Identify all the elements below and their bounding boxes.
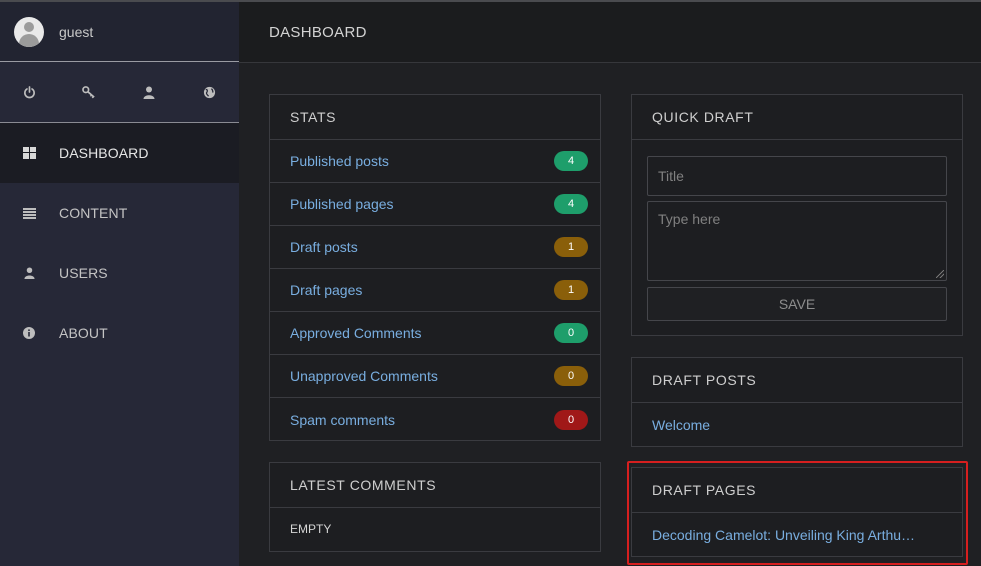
user-icon[interactable] xyxy=(120,86,180,99)
page-title: DASHBOARD xyxy=(269,23,367,41)
count-badge: 1 xyxy=(554,237,588,257)
stat-link[interactable]: Spam comments xyxy=(290,412,395,428)
sidebar-item-users[interactable]: USERS xyxy=(0,243,239,303)
draft-page-link[interactable]: Decoding Camelot: Unveiling King Arthu… xyxy=(632,513,962,556)
panel-title: STATS xyxy=(270,95,600,140)
resize-handle-icon[interactable] xyxy=(936,270,944,278)
draft-title-input[interactable]: Title xyxy=(647,156,947,196)
stat-link[interactable]: Draft pages xyxy=(290,282,362,298)
list-icon xyxy=(22,206,36,220)
user-bar: guest xyxy=(0,2,239,62)
stats-list: Published posts 4 Published pages 4 Draft po… xyxy=(270,140,600,441)
textarea-placeholder: Type here xyxy=(658,211,721,227)
user-name: guest xyxy=(59,23,94,40)
stat-link[interactable]: Unapproved Comments xyxy=(290,368,438,384)
save-button[interactable]: SAVE xyxy=(647,287,947,321)
dashboard-icon xyxy=(22,146,36,160)
stat-row: Spam comments 0 xyxy=(270,398,600,441)
stat-row: Approved Comments 0 xyxy=(270,312,600,355)
key-icon[interactable] xyxy=(60,85,120,99)
panel-title: LATEST COMMENTS xyxy=(270,463,600,508)
count-badge: 0 xyxy=(554,323,588,343)
stat-row: Draft pages 1 xyxy=(270,269,600,312)
stat-link[interactable]: Published posts xyxy=(290,153,389,169)
sidebar-item-label: DASHBOARD xyxy=(59,145,149,161)
sidebar: guest DASHBOARD CONTENT USERS ABOUT xyxy=(0,2,239,566)
stat-link[interactable]: Approved Comments xyxy=(290,325,422,341)
count-badge: 0 xyxy=(554,366,588,386)
sidebar-item-content[interactable]: CONTENT xyxy=(0,183,239,243)
draft-post-link[interactable]: Welcome xyxy=(632,403,962,446)
quick-draft-panel: QUICK DRAFT Title Type here SAVE xyxy=(631,94,963,336)
count-badge: 0 xyxy=(554,409,588,430)
sidebar-nav: DASHBOARD CONTENT USERS ABOUT xyxy=(0,123,239,363)
count-badge: 1 xyxy=(554,280,588,300)
avatar[interactable] xyxy=(14,16,44,47)
page-header: DASHBOARD xyxy=(239,2,981,63)
panel-title: QUICK DRAFT xyxy=(632,95,962,140)
info-icon xyxy=(22,326,36,340)
draft-pages-panel: DRAFT PAGES Decoding Camelot: Unveiling … xyxy=(631,467,963,557)
power-icon[interactable] xyxy=(0,85,60,99)
draft-posts-panel: DRAFT POSTS Welcome xyxy=(631,357,963,447)
sidebar-item-dashboard[interactable]: DASHBOARD xyxy=(0,123,239,183)
latest-comments-panel: LATEST COMMENTS EMPTY xyxy=(269,462,601,552)
stats-panel: STATS Published posts 4 Published pages 4 Dr… xyxy=(269,94,601,441)
stat-row: Published pages 4 xyxy=(270,183,600,226)
stat-link[interactable]: Published pages xyxy=(290,196,394,212)
draft-body-textarea[interactable]: Type here xyxy=(647,201,947,281)
stat-row: Published posts 4 xyxy=(270,140,600,183)
globe-icon[interactable] xyxy=(179,86,239,99)
sidebar-item-label: USERS xyxy=(59,265,108,281)
sidebar-item-label: ABOUT xyxy=(59,325,108,341)
panel-title: DRAFT POSTS xyxy=(632,358,962,403)
sidebar-item-label: CONTENT xyxy=(59,205,128,221)
stat-row: Draft posts 1 xyxy=(270,226,600,269)
count-badge: 4 xyxy=(554,151,588,171)
empty-label: EMPTY xyxy=(290,522,332,536)
user-icon xyxy=(22,266,36,280)
stat-row: Unapproved Comments 0 xyxy=(270,355,600,398)
panel-title: DRAFT PAGES xyxy=(632,468,962,513)
sidebar-item-about[interactable]: ABOUT xyxy=(0,303,239,363)
count-badge: 4 xyxy=(554,194,588,214)
stat-link[interactable]: Draft posts xyxy=(290,239,358,255)
quick-icon-row xyxy=(0,62,239,123)
